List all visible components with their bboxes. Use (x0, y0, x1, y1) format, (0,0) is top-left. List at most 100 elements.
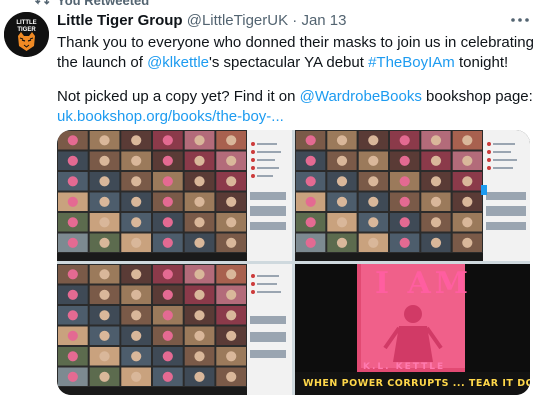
media-grid[interactable]: I AM K.L. KETTLE WHEN POWER CORRUPTS ...… (57, 130, 530, 395)
participant-face (162, 330, 173, 341)
participant-face (99, 269, 110, 280)
participant-face (162, 135, 173, 146)
zoom-screenshot-3[interactable] (57, 264, 292, 395)
participant-face (99, 289, 110, 300)
participant-face (194, 135, 205, 146)
participant-face (162, 155, 173, 166)
participant-face (336, 196, 348, 207)
participant-face (399, 196, 410, 207)
participant-face (368, 135, 379, 146)
participant-face (194, 269, 205, 280)
participant-face (162, 289, 173, 300)
participant-face (131, 269, 142, 280)
participant-face (226, 237, 237, 248)
participant-face (67, 237, 78, 248)
participant-face (226, 135, 237, 146)
author-name[interactable]: Little Tiger Group (57, 12, 183, 29)
participant-face (99, 155, 110, 166)
participant-face (131, 351, 142, 362)
participant-face (162, 217, 173, 228)
participant-face (67, 176, 78, 187)
book-cover-image[interactable]: I AM K.L. KETTLE WHEN POWER CORRUPTS ...… (295, 264, 530, 395)
participant-face (67, 217, 78, 228)
participant-face (99, 351, 110, 362)
participant-face (194, 237, 205, 248)
participant-face (194, 371, 205, 382)
tweet-header: Little Tiger Group @LittleTigerUK · Jan … (57, 12, 347, 32)
text-segment: the launch of (57, 54, 148, 71)
participant-face (430, 217, 442, 228)
participant-face (194, 330, 205, 341)
participant-face (131, 217, 142, 228)
participant-face (226, 176, 237, 187)
participant-face (194, 351, 205, 362)
participant-face (368, 217, 379, 228)
participant-face (226, 351, 237, 362)
participant-face (67, 330, 78, 341)
participant-face (131, 176, 142, 187)
participant-face (226, 330, 237, 341)
participant-face (368, 155, 379, 166)
participant-face (162, 310, 173, 321)
participant-face (131, 289, 142, 300)
participant-face (226, 289, 237, 300)
participant-face (67, 310, 78, 321)
mention-link[interactable]: @klkettle (147, 54, 209, 71)
mention-link[interactable]: @WardrobeBooks (300, 88, 422, 105)
participant-face (67, 269, 78, 280)
retweet-label: You Retweeted (57, 0, 150, 8)
participant-face (430, 135, 442, 146)
participant-face (131, 371, 142, 382)
participant-face (162, 351, 173, 362)
participant-face (162, 371, 173, 382)
video-grid-image (295, 130, 530, 261)
participant-face (99, 196, 110, 207)
zoom-screenshot-1[interactable] (57, 130, 292, 261)
book-tagline: WHEN POWER CORRUPTS ... TEAR IT DOWN (303, 378, 530, 389)
video-grid-image (57, 130, 292, 261)
participant-face (430, 176, 442, 187)
participant-face (399, 155, 410, 166)
participant-face (399, 135, 410, 146)
participant-face (131, 310, 142, 321)
hashtag-link[interactable]: #TheBoyIAm (368, 54, 455, 71)
participant-face (336, 217, 348, 228)
participant-face (194, 155, 205, 166)
more-horizontal-icon[interactable] (510, 14, 530, 28)
participant-face (67, 155, 78, 166)
participant-face (67, 135, 78, 146)
tweet-body: Thank you to everyone who donned their m… (57, 33, 534, 127)
tweet-text-line: Thank you to everyone who donned their m… (57, 34, 534, 51)
tweet-date[interactable]: Jan 13 (301, 12, 346, 29)
tweet-text-line: uk.bookshop.org/books/the-boy-... (57, 107, 533, 127)
participant-face (368, 237, 379, 248)
participant-face (336, 155, 348, 166)
participant-face (162, 196, 173, 207)
participant-face (67, 351, 78, 362)
participant-face (99, 176, 110, 187)
participant-face (336, 176, 348, 187)
avatar[interactable]: LITTLE TIGER (4, 12, 49, 57)
participant-face (399, 217, 410, 228)
participant-face (462, 217, 473, 228)
participant-face (336, 237, 348, 248)
participant-face (399, 237, 410, 248)
participant-face (194, 310, 205, 321)
zoom-screenshot-2[interactable] (295, 130, 530, 261)
tweet-text-line: Not picked up a copy yet? Find it on @Wa… (57, 87, 533, 107)
text-segment: bookshop page: (421, 88, 533, 105)
participant-face (305, 196, 316, 207)
participant-face (368, 176, 379, 187)
participant-face (226, 155, 237, 166)
separator-dot: · (292, 12, 298, 29)
participant-face (305, 217, 316, 228)
participant-face (226, 217, 237, 228)
participant-face (131, 330, 142, 341)
url-link[interactable]: uk.bookshop.org/books/the-boy-... (57, 108, 284, 125)
participant-face (67, 196, 78, 207)
participant-face (99, 135, 110, 146)
participant-face (162, 176, 173, 187)
participant-face (462, 176, 473, 187)
participant-face (131, 135, 142, 146)
author-handle[interactable]: @LittleTigerUK (187, 12, 288, 29)
